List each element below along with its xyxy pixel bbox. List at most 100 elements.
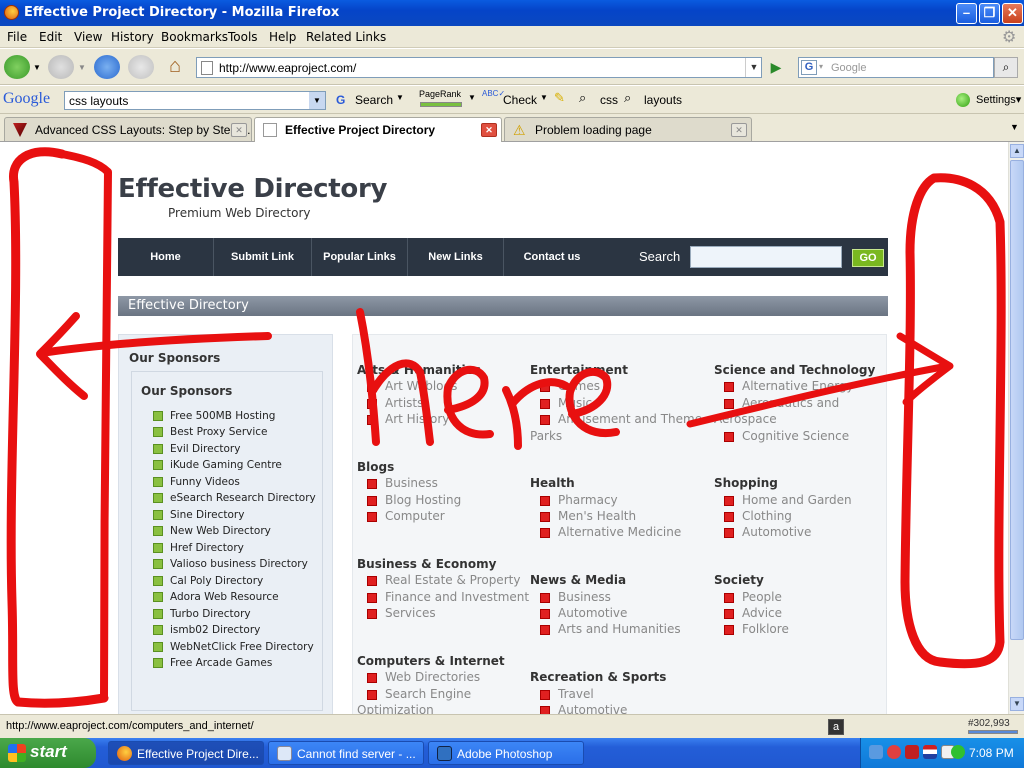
minimize-button[interactable]: – <box>956 3 977 24</box>
category-shopping[interactable]: Shopping <box>714 476 778 490</box>
nav-home[interactable]: Home <box>118 238 214 276</box>
subcategory-link[interactable]: Business <box>367 476 438 490</box>
sponsor-link[interactable]: Turbo Directory <box>153 608 251 620</box>
sponsor-link[interactable]: Sine Directory <box>153 509 244 521</box>
subcategory-link[interactable]: Blog Hosting <box>367 493 461 507</box>
subcategory-link[interactable]: Arts and Humanities <box>540 622 681 636</box>
home-icon[interactable]: ⌂ <box>162 55 188 79</box>
subcategory-link[interactable]: Games <box>540 379 600 393</box>
close-button[interactable]: ✕ <box>1002 3 1023 24</box>
sponsor-link[interactable]: Free 500MB Hosting <box>153 410 275 422</box>
subcategory-link[interactable]: Art Weblogs <box>367 379 457 393</box>
maximize-button[interactable]: ❐ <box>979 3 1000 24</box>
subcategory-link[interactable]: Computer <box>367 509 445 523</box>
search-input[interactable]: G ▾ Google <box>798 57 994 78</box>
scroll-down-arrow-icon[interactable]: ▼ <box>1010 697 1024 711</box>
taskbar-firefox[interactable]: Effective Project Dire... <box>108 741 264 765</box>
menu-view[interactable]: View <box>74 30 102 44</box>
window-title-bar[interactable]: Effective Project Directory - Mozilla Fi… <box>0 0 1024 26</box>
subcategory-link[interactable]: Pharmacy <box>540 493 618 507</box>
category-recreation[interactable]: Recreation & Sports <box>530 670 666 684</box>
tab-close-icon[interactable]: ✕ <box>231 123 247 137</box>
subcategory-link[interactable]: Artists <box>367 396 423 410</box>
addon-status-icon[interactable]: a <box>828 719 844 735</box>
nav-contact-us[interactable]: Contact us <box>504 238 600 276</box>
back-history-dropdown-icon[interactable]: ▼ <box>33 63 41 72</box>
engine-dropdown-icon[interactable]: ▾ <box>819 62 823 71</box>
settings-button[interactable]: Settings▾ <box>956 92 1024 110</box>
menu-file[interactable]: File <box>7 30 27 44</box>
subcategory-link[interactable]: Travel <box>540 687 594 701</box>
subcategory-link[interactable]: Automotive <box>724 525 811 539</box>
menu-help[interactable]: Help <box>269 30 296 44</box>
category-society[interactable]: Society <box>714 573 764 587</box>
forward-arrow-icon[interactable] <box>48 55 74 79</box>
tab-list-dropdown-icon[interactable]: ▼ <box>1010 122 1019 132</box>
url-dropdown-icon[interactable]: ▼ <box>745 58 762 77</box>
category-science[interactable]: Science and Technology <box>714 363 875 377</box>
nav-popular-links[interactable]: Popular Links <box>312 238 408 276</box>
tab-problem-loading[interactable]: ⚠ Problem loading page ✕ <box>504 117 752 141</box>
scroll-up-arrow-icon[interactable]: ▲ <box>1010 144 1024 158</box>
menu-edit[interactable]: Edit <box>39 30 62 44</box>
sponsor-link[interactable]: WebNetClick Free Directory <box>153 641 314 653</box>
scroll-thumb[interactable] <box>1010 160 1024 640</box>
menu-history[interactable]: History <box>111 30 154 44</box>
forward-history-dropdown-icon[interactable]: ▼ <box>78 63 86 72</box>
antivirus-icon[interactable] <box>887 745 901 759</box>
subcategory-link[interactable]: Alternative Medicine <box>540 525 681 539</box>
category-computers[interactable]: Computers & Internet <box>357 654 505 668</box>
category-business[interactable]: Business & Economy <box>357 557 496 571</box>
google-engine-icon[interactable]: G <box>801 60 817 75</box>
category-entertainment[interactable]: Entertainment <box>530 363 628 377</box>
subcategory-link[interactable]: Music <box>540 396 592 410</box>
subcategory-link[interactable]: Alternative Energy <box>724 379 854 393</box>
reload-icon[interactable] <box>94 55 120 79</box>
sponsor-link[interactable]: New Web Directory <box>153 525 271 537</box>
subcategory-link-wrap[interactable]: Optimization <box>357 703 434 714</box>
vertical-scrollbar[interactable]: ▲ ▼ <box>1008 142 1024 714</box>
subcategory-link-wrap[interactable]: Aerospace <box>714 412 777 426</box>
category-news[interactable]: News & Media <box>530 573 626 587</box>
subcategory-link[interactable]: Advice <box>724 606 782 620</box>
search-dropdown-icon[interactable]: ▼ <box>396 93 404 102</box>
nav-new-links[interactable]: New Links <box>408 238 504 276</box>
network-icon[interactable] <box>869 745 883 759</box>
subcategory-link[interactable]: Home and Garden <box>724 493 852 507</box>
subcategory-link[interactable]: Automotive <box>540 606 627 620</box>
menu-related-links[interactable]: Related Links <box>306 30 386 44</box>
subcategory-link[interactable]: Search Engine <box>367 687 471 701</box>
pagerank-dropdown-icon[interactable]: ▼ <box>468 93 476 102</box>
find-term-layouts[interactable]: layouts <box>644 93 682 107</box>
sponsor-link[interactable]: Funny Videos <box>153 476 240 488</box>
start-button[interactable]: start <box>0 738 96 768</box>
messenger-icon[interactable] <box>951 745 965 759</box>
tab-effective-directory[interactable]: Effective Project Directory ✕ <box>254 117 502 142</box>
site-title[interactable]: Effective Directory <box>118 174 387 204</box>
find-term-css[interactable]: css <box>600 93 618 107</box>
taskbar-photoshop[interactable]: Adobe Photoshop <box>428 741 584 765</box>
site-search-go-button[interactable]: GO <box>852 249 884 267</box>
sponsor-link[interactable]: Adora Web Resource <box>153 591 279 603</box>
sponsor-link[interactable]: Valioso business Directory <box>153 558 308 570</box>
search-magnifier-icon[interactable]: ⌕ <box>994 57 1018 78</box>
category-blogs[interactable]: Blogs <box>357 460 394 474</box>
query-dropdown-icon[interactable]: ▼ <box>309 92 325 109</box>
sponsor-link[interactable]: eSearch Research Directory <box>153 492 316 504</box>
menu-tools[interactable]: Tools <box>228 30 258 44</box>
subcategory-link[interactable]: Real Estate & Property <box>367 573 520 587</box>
subcategory-link[interactable]: Aeronautics and <box>724 396 839 410</box>
url-bar[interactable]: http://www.eaproject.com/ <box>196 57 762 78</box>
go-arrow-icon[interactable]: ▶ <box>766 57 786 78</box>
google-search-button[interactable]: Search <box>355 93 393 107</box>
category-health[interactable]: Health <box>530 476 575 490</box>
tab-advanced-css[interactable]: Advanced CSS Layouts: Step by Step ... ✕ <box>4 117 252 141</box>
subcategory-link[interactable]: Finance and Investment <box>367 590 529 604</box>
google-logo[interactable]: Google <box>3 90 50 108</box>
menu-bookmarks[interactable]: Bookmarks <box>161 30 228 44</box>
subcategory-link-wrap[interactable]: Parks <box>530 429 562 443</box>
subcategory-link[interactable]: Cognitive Science <box>724 429 849 443</box>
tab-close-icon[interactable]: ✕ <box>731 123 747 137</box>
sponsor-link[interactable]: ismb02 Directory <box>153 624 260 636</box>
sponsor-link[interactable]: Evil Directory <box>153 443 240 455</box>
